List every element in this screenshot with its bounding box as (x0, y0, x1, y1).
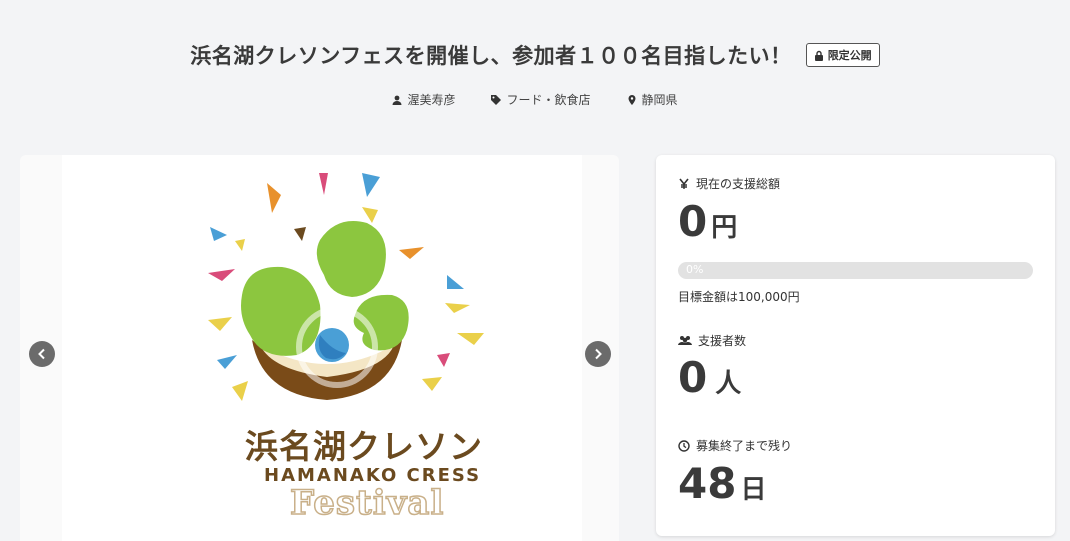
gallery-slide: 浜名湖クレソン HAMANAKO CRESS Festival (62, 155, 582, 541)
total-amount-unit: 円 (711, 213, 738, 243)
owner-name: 渥美寿彦 (407, 93, 456, 107)
remaining-days: 48 日 (678, 459, 766, 508)
user-icon (392, 95, 402, 105)
total-amount-label-text: 現在の支援総額 (696, 177, 781, 191)
image-gallery: 浜名湖クレソン HAMANAKO CRESS Festival (20, 155, 619, 541)
goal-amount: 目標金額は100,000円 (678, 290, 800, 304)
category-name: フード・飲食店 (506, 93, 591, 107)
gallery-next-button[interactable] (585, 341, 611, 367)
remaining-unit: 日 (740, 475, 767, 505)
funding-progress-text: 0% (686, 263, 704, 276)
project-header: 浜名湖クレソンフェスを開催し、参加者１００名目指したい！ 限定公開 (0, 40, 1070, 70)
chevron-left-icon (38, 348, 45, 360)
private-badge-label: 限定公開 (827, 49, 872, 62)
gallery-prev-button[interactable] (29, 341, 55, 367)
supporters-label-text: 支援者数 (698, 334, 747, 348)
total-amount-label: 現在の支援総額 (678, 175, 780, 192)
project-meta: 渥美寿彦 フード・飲食店 静岡県 (0, 91, 1070, 108)
remaining-value: 48 (678, 459, 737, 508)
supporters-count: 0 人 (678, 353, 741, 402)
logo-festival: Festival (289, 482, 445, 524)
tag-icon (491, 94, 502, 105)
remaining-label: 募集終了まで残り (678, 437, 792, 454)
chevron-right-icon (595, 348, 602, 360)
category-link[interactable]: フード・飲食店 (491, 91, 591, 108)
users-icon (678, 335, 692, 345)
total-amount: 0 円 (678, 197, 737, 246)
supporters-unit: 人 (715, 369, 742, 399)
private-badge: 限定公開 (805, 43, 880, 67)
location-name: 静岡県 (641, 93, 678, 107)
owner-link[interactable]: 渥美寿彦 (392, 91, 455, 108)
location-link[interactable]: 静岡県 (627, 91, 678, 108)
remaining-label-text: 募集終了まで残り (696, 439, 793, 453)
funding-progress-bar: 0% (678, 262, 1033, 279)
clock-icon (678, 439, 690, 452)
map-pin-icon (628, 94, 635, 105)
logo-title-jp: 浜名湖クレソン (245, 427, 483, 466)
supporters-value: 0 (678, 353, 708, 402)
yen-icon (679, 178, 689, 189)
total-amount-value: 0 (678, 197, 708, 246)
project-title: 浜名湖クレソンフェスを開催し、参加者１００名目指したい！ (190, 44, 792, 68)
supporters-label: 支援者数 (678, 332, 746, 349)
lock-icon (814, 50, 823, 61)
funding-stats-card: 現在の支援総額 0 円 0% 目標金額は100,000円 支援者数 0 人 募集… (656, 155, 1055, 536)
